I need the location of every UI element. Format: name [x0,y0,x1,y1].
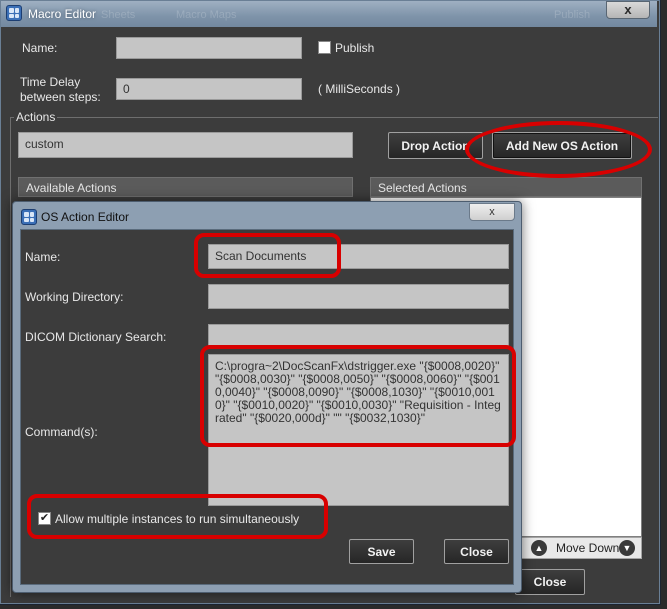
working-directory-label: Working Directory: [25,290,124,304]
dicom-search-label: DICOM Dictionary Search: [25,330,167,344]
action-type-select[interactable]: custom [18,132,353,158]
ghost-tab-1: Sheets [101,9,136,21]
publish-label: Publish [335,41,375,55]
os-name-label: Name: [25,250,61,264]
ghost-tab-3: Publish [554,9,591,21]
macro-editor-close-icon[interactable]: x [606,1,650,19]
macro-name-input[interactable] [116,37,302,59]
os-name-input[interactable]: Scan Documents [208,244,509,269]
commands-label: Command(s): [25,425,98,439]
macro-name-label: Name: [22,41,58,55]
add-new-os-action-button[interactable]: Add New OS Action [492,132,632,159]
move-buttons-bar: ▲ Move Down ▼ [512,537,642,559]
os-action-editor-title: OS Action Editor [41,210,130,224]
os-save-button[interactable]: Save [349,539,414,564]
os-editor-close-icon[interactable]: x [469,203,515,221]
publish-checkbox[interactable] [318,41,331,54]
os-close-button[interactable]: Close [444,539,509,564]
chevron-up-circle-icon[interactable]: ▲ [531,540,547,556]
move-down-label[interactable]: Move Down [556,541,619,555]
macro-editor-title: Macro Editor [28,7,97,21]
macro-close-button[interactable]: Close [515,569,585,595]
actions-group-label: Actions [14,110,58,124]
time-delay-label-line2: between steps: [20,90,101,104]
time-delay-unit: ( MilliSeconds ) [318,82,401,96]
macro-editor-titlebar[interactable]: Macro Editor Sheets Macro Maps Publish x [1,1,657,27]
available-actions-header: Available Actions [18,177,353,197]
chevron-down-circle-icon[interactable]: ▼ [619,540,635,556]
working-directory-input[interactable] [208,284,509,309]
os-app-icon [21,209,37,225]
allow-multiple-checkbox[interactable] [38,512,51,525]
dicom-search-input[interactable] [208,324,509,349]
allow-multiple-label: Allow multiple instances to run simultan… [55,512,300,526]
selected-actions-header: Selected Actions [370,177,642,197]
drop-action-button[interactable]: Drop Action [388,132,483,159]
commands-textarea[interactable]: C:\progra~2\DocScanFx\dstrigger.exe "{$0… [208,354,509,506]
ghost-tab-2: Macro Maps [176,9,237,21]
time-delay-input[interactable]: 0 [116,78,302,100]
app-icon [6,5,22,21]
time-delay-label-line1: Time Delay [20,75,81,89]
